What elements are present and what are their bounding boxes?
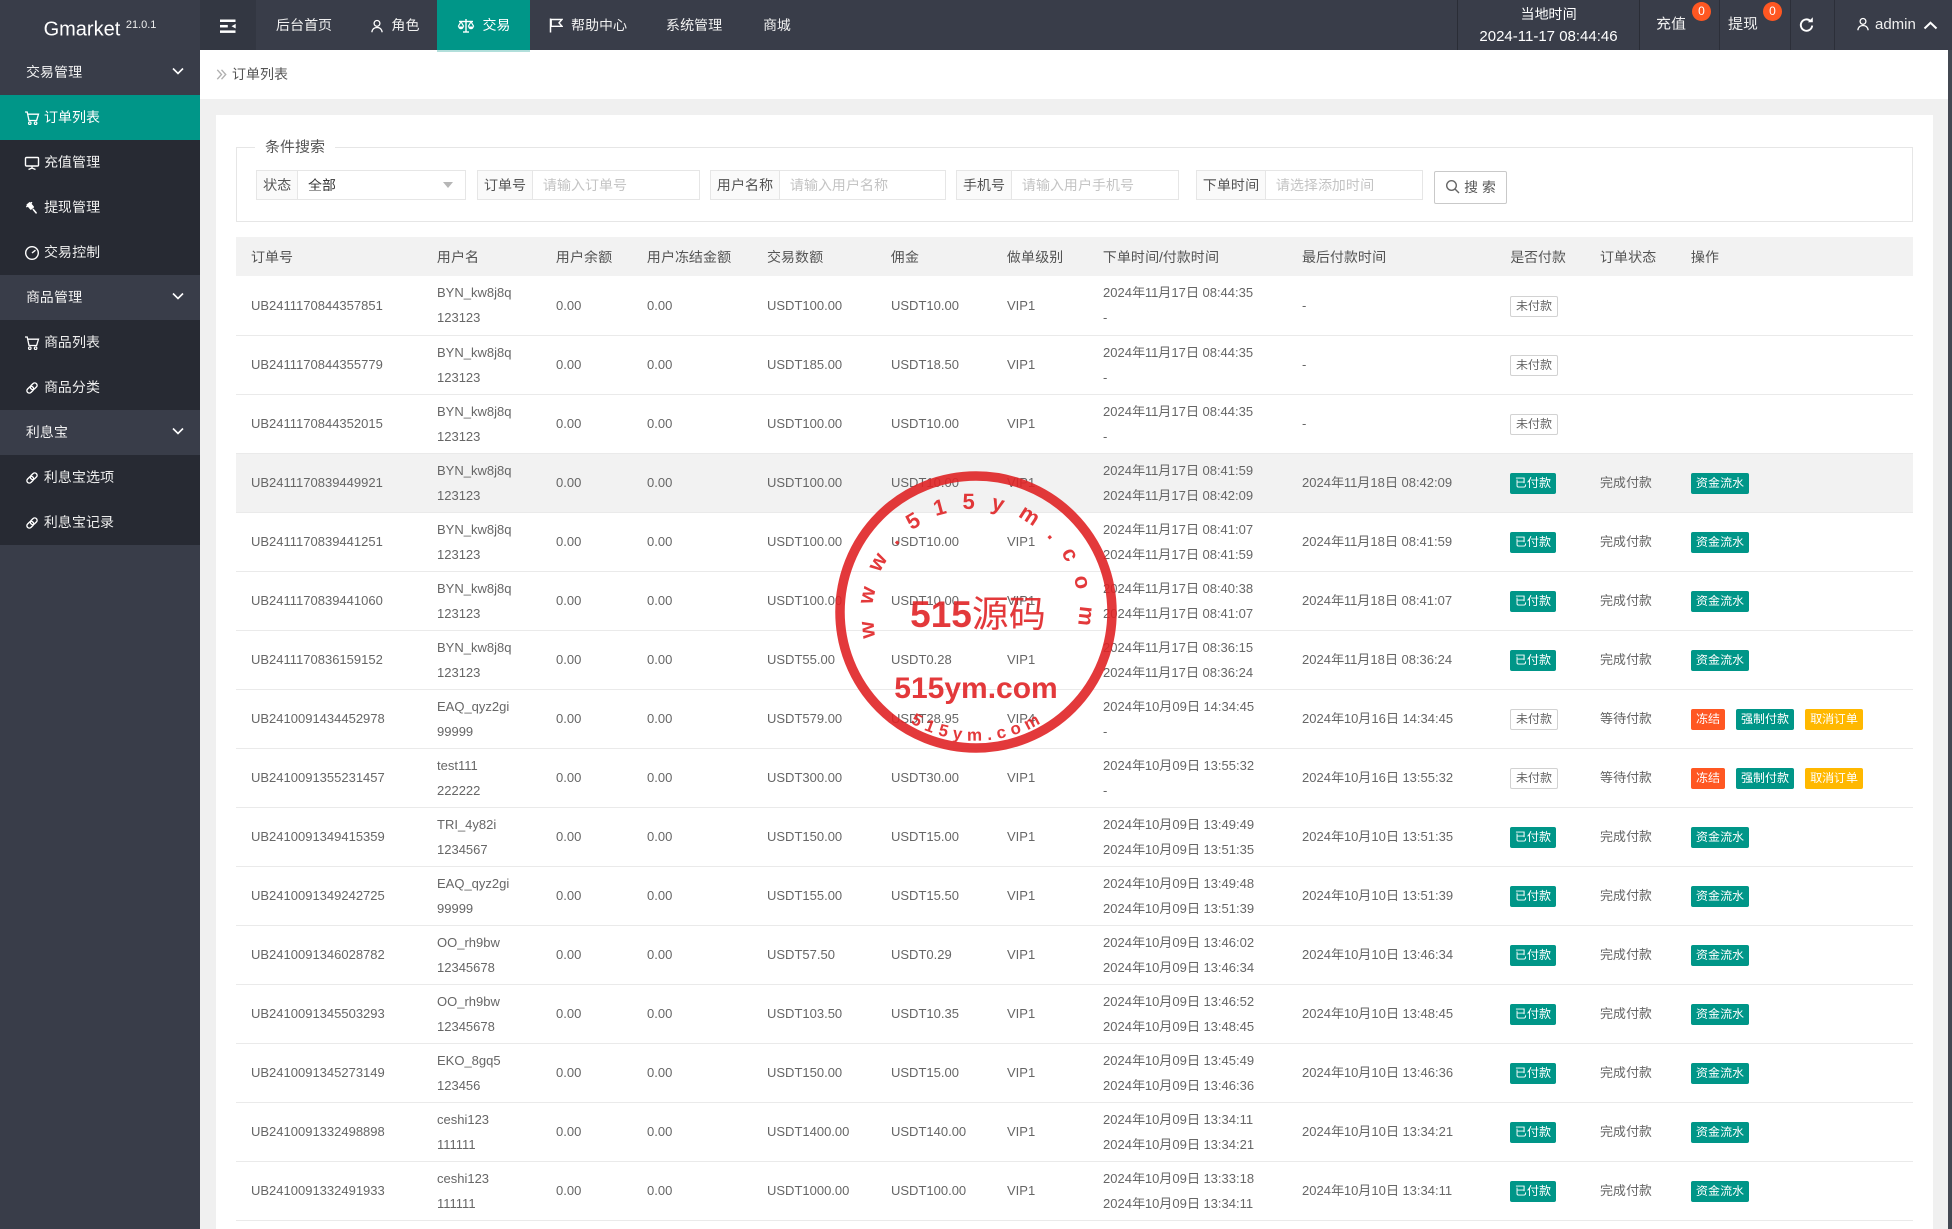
svg-text:515源码: 515源码 bbox=[910, 584, 1046, 638]
svg-text:515ym.com: 515ym.com bbox=[894, 672, 1057, 705]
